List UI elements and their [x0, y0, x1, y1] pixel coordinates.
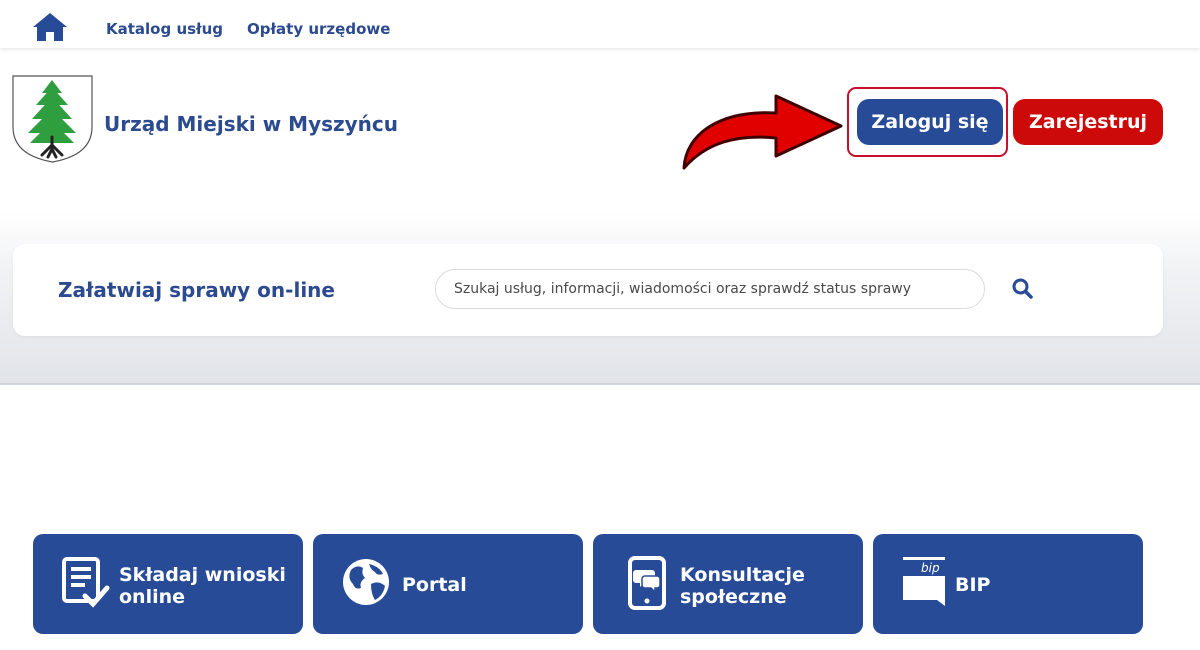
- tile-portal[interactable]: Portal: [313, 534, 583, 634]
- bip-icon-text: bip: [921, 561, 940, 575]
- tile-konsultacje-spoleczne[interactable]: Konsultacje społeczne: [593, 534, 863, 634]
- search-icon[interactable]: [1010, 276, 1036, 302]
- bip-icon: bip: [903, 557, 945, 606]
- top-navigation: Katalog usług Opłaty urzędowe: [0, 0, 1200, 48]
- tile-bip[interactable]: bip BIP: [873, 534, 1143, 634]
- tile-label-line2: społeczne: [680, 586, 787, 608]
- tile-label: Portal: [402, 574, 467, 596]
- nav-katalog-uslug[interactable]: Katalog usług: [106, 20, 223, 38]
- organization-name: Urząd Miejski w Myszyńcu: [104, 112, 399, 136]
- tile-label-line1: Konsultacje: [680, 564, 805, 586]
- search-section-title: Załatwiaj sprawy on-line: [58, 278, 335, 302]
- tile-label-line1: Składaj wnioski: [119, 564, 286, 586]
- home-icon[interactable]: [32, 12, 68, 42]
- document-check-icon: [62, 557, 110, 608]
- tile-skladaj-wnioski[interactable]: Składaj wnioski online: [33, 534, 303, 634]
- search-input[interactable]: [435, 269, 985, 309]
- red-arrow-annotation: [682, 94, 843, 170]
- login-button[interactable]: Zaloguj się: [857, 99, 1003, 145]
- tile-label: BIP: [955, 574, 991, 596]
- register-button[interactable]: Zarejestruj: [1013, 99, 1163, 145]
- phone-chat-icon: [628, 556, 666, 610]
- globe-icon: [343, 559, 389, 605]
- nav-oplaty-urzedowe[interactable]: Opłaty urzędowe: [247, 20, 390, 38]
- tile-label-line2: online: [119, 586, 186, 608]
- coat-of-arms-logo: [12, 75, 93, 163]
